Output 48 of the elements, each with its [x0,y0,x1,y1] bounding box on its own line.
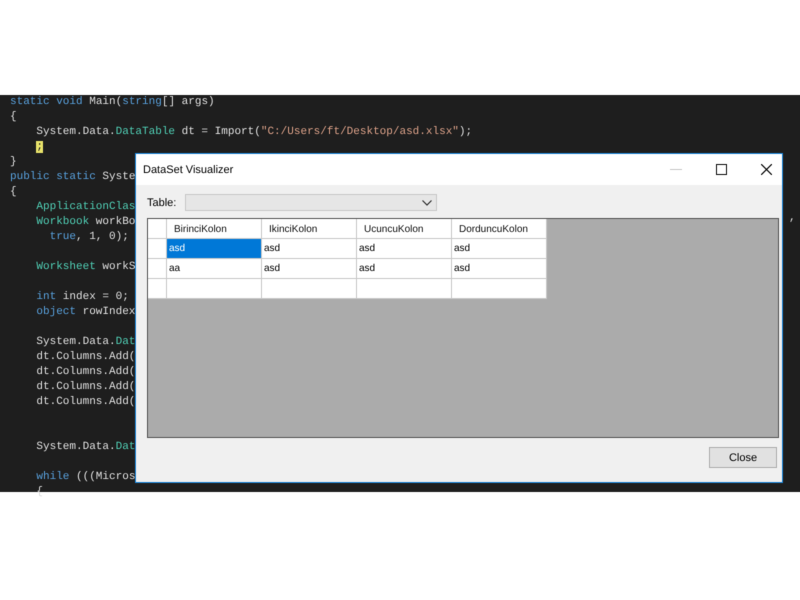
code-line: { [10,185,17,200]
new-row-cell[interactable] [452,279,547,299]
code-line: ApplicationClas [36,200,136,215]
row-header[interactable] [148,259,167,279]
close-button[interactable]: Close [709,447,777,468]
table-cell[interactable]: asd [452,239,547,259]
close-icon[interactable] [761,164,772,175]
table-cell[interactable]: asd [262,259,357,279]
code-line: dt.Columns.Add( [36,365,136,380]
table-dropdown[interactable] [185,194,438,211]
code-line: } [10,155,17,170]
caret-icon [422,200,432,206]
table-label: Table: [147,196,176,208]
column-header[interactable]: DorduncuKolon [452,219,547,239]
window-title: DataSet Visualizer [143,164,234,176]
code-line: Workbook workBo [36,215,136,230]
column-header[interactable]: IkinciKolon [262,219,357,239]
code-line: int index = 0; [36,290,129,305]
table-cell[interactable]: asd [452,259,547,279]
code-line: System.Data.Dat [36,335,136,350]
row-header[interactable] [148,239,167,259]
code-line: System.Data.Dat [36,440,136,455]
code-line: public static Syste [10,170,136,185]
table-cell[interactable]: aa [167,259,262,279]
code-line: Worksheet workS [36,260,136,275]
table-cell[interactable]: asd [357,239,452,259]
table-cell[interactable]: asd [262,239,357,259]
column-header[interactable]: BirinciKolon [167,219,262,239]
new-row-cell[interactable] [167,279,262,299]
code-line: dt.Columns.Add( [36,350,136,365]
code-line: { [10,110,17,125]
new-row-cell[interactable] [357,279,452,299]
minimize-icon[interactable] [670,168,682,170]
code-line: static void Main(string[] args) [10,95,215,110]
code-line: System.Data.DataTable dt = Import("C:/Users/ft/Desktop/asd.xlsx"); [36,125,472,140]
new-row-cell[interactable] [262,279,357,299]
column-header[interactable]: UcuncuKolon [357,219,452,239]
row-header[interactable] [148,279,167,299]
code-line: true, 1, 0); [50,230,129,245]
code-line: object rowIndex [36,305,136,320]
code-line: dt.Columns.Add( [36,380,136,395]
table-cell[interactable]: asd [357,259,452,279]
table-cell[interactable]: asd [167,239,262,259]
code-line: dt.Columns.Add( [36,395,136,410]
row-header [148,219,167,239]
code-line: while (((Micros [36,470,136,485]
code-fragment: , [789,211,796,226]
maximize-icon[interactable] [716,164,727,175]
